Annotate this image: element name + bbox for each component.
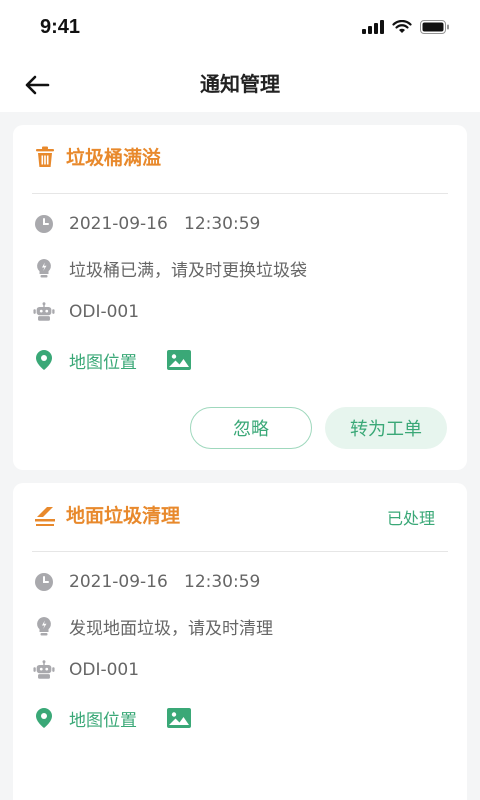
clock-icon	[33, 571, 55, 593]
notification-card: 地面垃圾清理 已处理 2021-09-16 12:30:59 发现地面垃圾，请及…	[13, 483, 467, 800]
signal-icon	[362, 20, 384, 34]
map-location-link[interactable]: 地图位置	[69, 348, 137, 373]
wifi-icon	[392, 20, 412, 33]
time-row: 2021-09-16 12:30:59	[33, 209, 447, 239]
timestamp: 2021-09-16 12:30:59	[69, 214, 261, 234]
status-time: 9:41	[40, 16, 81, 38]
device-row: ODI-001	[33, 655, 447, 685]
timestamp: 2021-09-16 12:30:59	[69, 572, 261, 592]
nav-bar: 通知管理	[0, 56, 480, 112]
battery-icon	[420, 20, 449, 34]
page-title: 通知管理	[200, 72, 280, 96]
device-id: ODI-001	[69, 660, 140, 680]
robot-icon	[33, 301, 55, 323]
status-icons	[362, 20, 450, 34]
notification-card: 垃圾桶满溢 2021-09-16 12:30:59 垃圾桶已满，请及时更换垃圾袋…	[13, 125, 467, 470]
ground-litter-icon	[35, 507, 55, 526]
robot-icon	[33, 659, 55, 681]
card-header: 地面垃圾清理 已处理	[13, 483, 467, 551]
location-pin-icon	[33, 349, 55, 371]
clock-icon	[33, 213, 55, 235]
bulb-icon	[33, 615, 55, 637]
notification-message: 发现地面垃圾，请及时清理	[69, 618, 273, 639]
image-icon[interactable]	[167, 350, 191, 370]
divider	[32, 193, 448, 194]
message-row: 垃圾桶已满，请及时更换垃圾袋	[33, 253, 447, 283]
divider	[32, 551, 448, 552]
notification-message: 垃圾桶已满，请及时更换垃圾袋	[69, 260, 307, 281]
message-row: 发现地面垃圾，请及时清理	[33, 611, 447, 641]
card-title: 地面垃圾清理	[66, 505, 181, 527]
location-row: 地图位置	[33, 703, 447, 733]
ignore-button[interactable]: 忽略	[190, 407, 312, 449]
trash-bin-icon	[36, 146, 54, 167]
card-header: 垃圾桶满溢	[13, 125, 467, 193]
image-icon[interactable]	[167, 708, 191, 728]
time-row: 2021-09-16 12:30:59	[33, 567, 447, 597]
location-pin-icon	[33, 707, 55, 729]
convert-to-work-order-button[interactable]: 转为工单	[325, 407, 447, 449]
location-row: 地图位置	[33, 345, 447, 375]
card-title: 垃圾桶满溢	[66, 147, 162, 169]
bulb-icon	[33, 257, 55, 279]
device-row: ODI-001	[33, 297, 447, 327]
status-bar: 9:41	[0, 0, 480, 56]
device-id: ODI-001	[69, 302, 140, 322]
status-badge: 已处理	[386, 509, 435, 528]
map-location-link[interactable]: 地图位置	[69, 706, 137, 731]
